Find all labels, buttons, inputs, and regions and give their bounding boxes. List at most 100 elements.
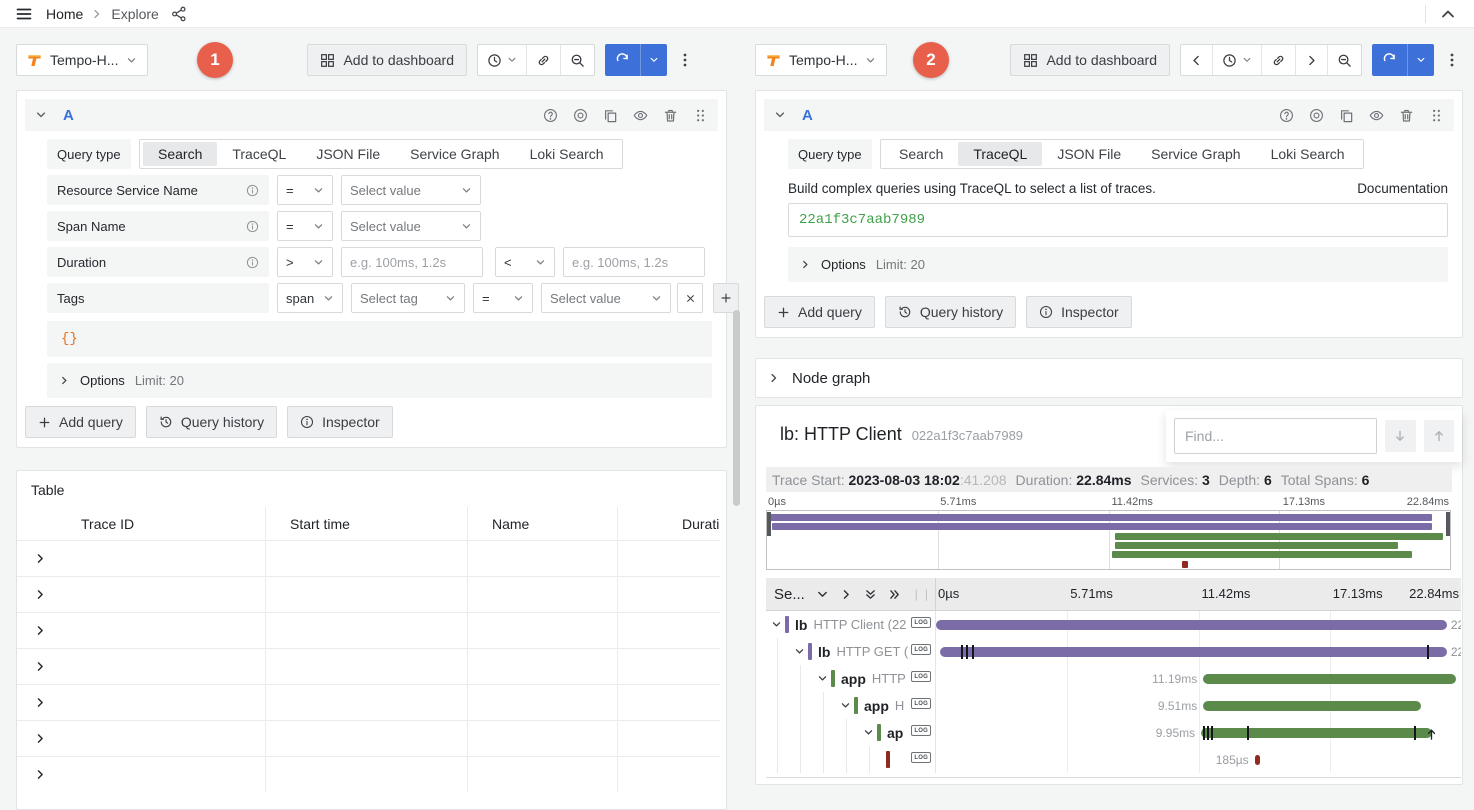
permalink-button[interactable] [1261,45,1295,75]
span-row[interactable]: lb HTTP GET ( LOG 22 [766,638,1461,665]
query-ref-id[interactable]: A [802,107,813,124]
query-help-icon[interactable] [1279,108,1294,123]
collapse-query-icon[interactable] [774,109,786,121]
span-bar[interactable] [940,647,1447,657]
time-picker-button[interactable] [478,45,526,75]
span-name-cell[interactable]: lb HTTP Client (22 LOG [766,611,936,638]
tag-operator-select[interactable]: = [473,283,533,313]
time-shift-forward-button[interactable] [1295,45,1327,75]
time-picker-button[interactable] [1212,45,1261,75]
trace-minimap[interactable] [766,510,1451,570]
span-name-cell[interactable]: app H LOG [766,692,936,719]
time-shift-back-button[interactable] [1181,45,1212,75]
query-history-button[interactable]: Query history [885,296,1016,328]
row-expander[interactable] [17,684,63,720]
share-icon[interactable] [171,6,187,22]
span-logs-icon[interactable]: LOG [911,617,931,628]
duplicate-query-icon[interactable] [603,108,618,123]
query-type-tab-json-file[interactable]: JSON File [1042,142,1136,166]
span-timeline-cell[interactable]: 11.19ms [936,665,1461,692]
collapse-all-icon[interactable] [864,588,877,601]
span-row[interactable]: lb HTTP Client (22 LOG 22 [766,611,1461,638]
duration-min-input[interactable] [341,247,483,277]
query-type-tab-service-graph[interactable]: Service Graph [1136,142,1255,166]
row-expander[interactable] [17,756,63,792]
span-row[interactable]: LOG 185µs [766,746,1461,773]
col-header-duration[interactable]: Duration [617,507,720,540]
span-name-cell[interactable]: app HTTP LOG [766,665,936,692]
zoom-out-button[interactable] [560,45,594,75]
query-row-header[interactable]: A [764,99,1454,131]
caret-up-icon[interactable] [1440,6,1456,22]
service-column-header[interactable]: Se... [774,586,805,603]
row-expander[interactable] [17,648,63,684]
query-type-tab-loki-search[interactable]: Loki Search [1256,142,1360,166]
row-expander[interactable] [17,540,63,576]
span-timeline-cell[interactable]: 9.95ms [936,719,1461,746]
refresh-interval-dropdown[interactable] [1407,44,1434,76]
datasource-picker-right[interactable]: Tempo-H... [755,44,887,76]
zoom-out-button[interactable] [1327,45,1361,75]
permalink-button[interactable] [526,45,560,75]
span-collapse-icon[interactable] [840,700,851,711]
query-type-tab-service-graph[interactable]: Service Graph [395,142,514,166]
col-header-name[interactable]: Name [467,507,617,540]
row-expander[interactable] [17,576,63,612]
find-next-button[interactable] [1385,420,1416,452]
duration-min-operator-select[interactable]: > [277,247,333,277]
more-options-icon[interactable] [1444,52,1460,68]
duration-max-operator-select[interactable]: < [495,247,555,277]
menu-icon[interactable] [16,6,32,22]
chevron-down-icon[interactable] [816,588,829,601]
span-logs-icon[interactable]: LOG [911,752,931,763]
span-logs-icon[interactable]: LOG [911,725,931,736]
minimap-viewport-handle[interactable] [1446,512,1450,536]
add-to-dashboard-button[interactable]: Add to dashboard [307,44,467,76]
add-to-dashboard-button[interactable]: Add to dashboard [1010,44,1170,76]
breadcrumb-home[interactable]: Home [46,6,83,22]
add-query-button[interactable]: Add query [25,406,136,438]
refresh-icon-button[interactable] [605,44,640,76]
drag-handle-icon[interactable] [1429,108,1444,123]
span-timeline-cell[interactable]: 22 [936,611,1461,638]
service-name-value-select[interactable]: Select value [341,175,481,205]
query-row-header[interactable]: A [25,99,718,131]
add-tag-button[interactable] [713,283,739,313]
hide-response-icon[interactable] [1369,108,1384,123]
span-name-cell[interactable]: ap LOG [766,719,936,746]
query-type-tab-search[interactable]: Search [884,142,958,166]
options-collapse[interactable]: Options Limit: 20 [47,363,712,398]
find-input[interactable] [1174,418,1377,454]
run-query-button-left[interactable] [605,44,667,76]
span-logs-icon[interactable]: LOG [911,644,931,655]
query-type-tab-traceql[interactable]: TraceQL [958,142,1042,166]
remove-query-icon[interactable] [1399,108,1414,123]
span-row[interactable]: app H LOG 9.51ms [766,692,1461,719]
span-timeline-cell[interactable]: 22 [936,638,1461,665]
span-logs-icon[interactable]: LOG [911,698,931,709]
add-query-button[interactable]: Add query [764,296,875,328]
duplicate-query-icon[interactable] [1339,108,1354,123]
run-query-button-right[interactable] [1372,44,1434,76]
tag-scope-select[interactable]: span [277,283,343,313]
span-row[interactable]: ap LOG 9.95ms [766,719,1461,746]
refresh-icon-button[interactable] [1372,44,1407,76]
span-name-value-select[interactable]: Select value [341,211,481,241]
span-name-cell[interactable]: LOG [766,746,936,773]
minimap-viewport-handle[interactable] [767,512,771,536]
duration-max-input[interactable] [563,247,705,277]
inspector-button[interactable]: Inspector [287,406,393,438]
query-type-tab-search[interactable]: Search [143,142,217,166]
query-disable-icon[interactable] [573,108,588,123]
query-type-tab-traceql[interactable]: TraceQL [217,142,301,166]
query-type-tab-json-file[interactable]: JSON File [301,142,395,166]
expand-all-icon[interactable] [888,588,901,601]
column-resize-grip[interactable]: ❘❘ [912,588,932,601]
drag-handle-icon[interactable] [693,108,708,123]
query-help-icon[interactable] [543,108,558,123]
node-graph-collapse[interactable]: Node graph [756,359,1462,397]
hide-response-icon[interactable] [633,108,648,123]
split-pane-resize-handle[interactable] [733,310,740,506]
documentation-link[interactable]: Documentation [1357,181,1448,196]
collapse-query-icon[interactable] [35,109,47,121]
